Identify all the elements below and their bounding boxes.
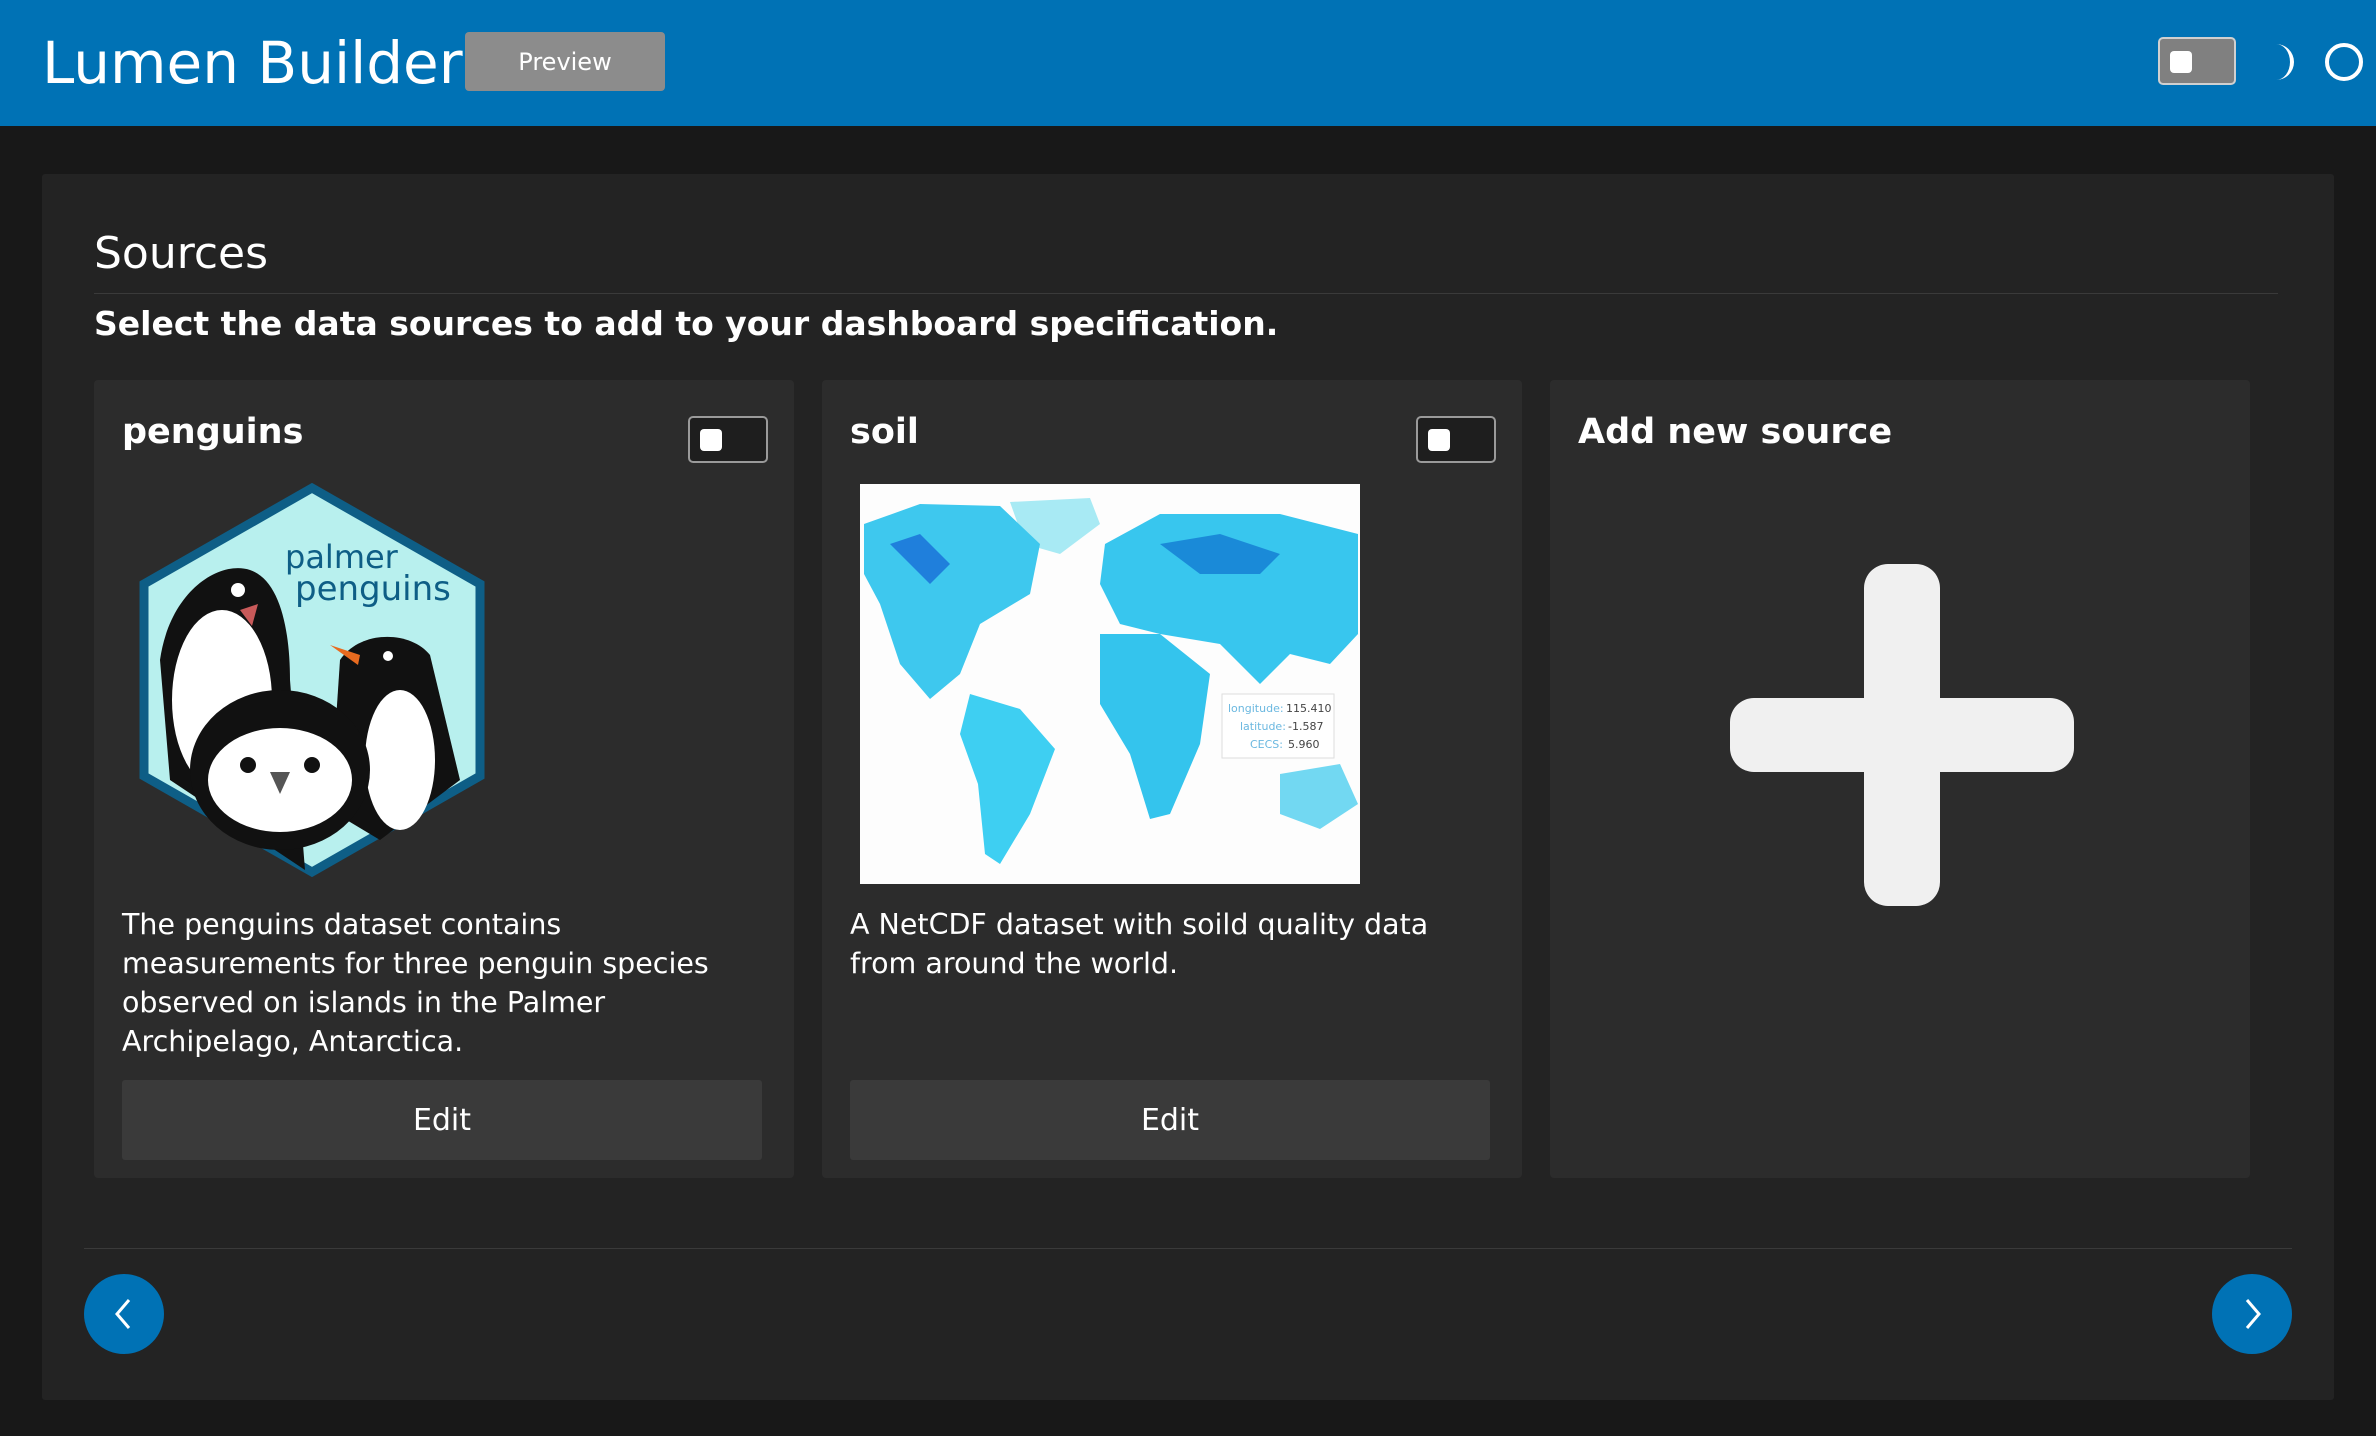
edit-button-penguins[interactable]: Edit: [122, 1080, 762, 1160]
chevron-right-icon: [2245, 1299, 2261, 1329]
app-title: Lumen Builder: [42, 29, 463, 97]
sources-panel: Sources Select the data sources to add t…: [42, 174, 2334, 1400]
app-header: Lumen Builder Preview: [0, 0, 2376, 126]
tooltip-value: 5.960: [1288, 738, 1320, 751]
card-description: The penguins dataset contains measuremen…: [122, 908, 709, 1058]
chevron-left-icon: [115, 1299, 131, 1329]
divider: [94, 293, 2278, 294]
world-map: longitude: 115.410 latitude: -1.587 CECS…: [860, 484, 1360, 884]
select-toggle-soil[interactable]: [1416, 416, 1496, 463]
source-card-soil: soil longitude: 115.410 latitude: -1.587…: [822, 380, 1522, 1178]
card-title: penguins: [122, 412, 304, 452]
source-card-penguins: penguins palmer penguins The penguins da…: [94, 380, 794, 1178]
theme-toggle[interactable]: [2158, 37, 2236, 85]
tooltip-value: -1.587: [1288, 720, 1323, 733]
toggle-knob: [2170, 51, 2192, 73]
tooltip-value: 115.410: [1286, 702, 1332, 715]
select-toggle-penguins[interactable]: [688, 416, 768, 463]
plus-icon[interactable]: [1730, 560, 2090, 920]
tooltip-label: latitude:: [1240, 720, 1286, 733]
palmer-penguins-logo: palmer penguins: [139, 482, 485, 878]
card-title: Add new source: [1578, 412, 1893, 452]
card-title: soil: [850, 412, 919, 452]
section-subtitle: Select the data sources to add to your d…: [94, 304, 1279, 343]
toggle-knob: [700, 429, 722, 451]
toggle-knob: [1428, 429, 1450, 451]
card-description: A NetCDF dataset with soild quality data…: [850, 908, 1429, 980]
tooltip-label: CECS:: [1250, 738, 1283, 751]
preview-button[interactable]: Preview: [465, 32, 665, 91]
moon-icon[interactable]: [2262, 40, 2302, 84]
soil-map-image: longitude: 115.410 latitude: -1.587 CECS…: [860, 484, 1360, 884]
logo-text: penguins: [295, 569, 451, 609]
next-button[interactable]: [2212, 1274, 2292, 1354]
tooltip-label: longitude:: [1228, 702, 1284, 715]
edit-button-soil[interactable]: Edit: [850, 1080, 1490, 1160]
divider: [84, 1248, 2292, 1249]
previous-button[interactable]: [84, 1274, 164, 1354]
busy-indicator-icon: [2325, 43, 2363, 81]
add-source-card[interactable]: Add new source: [1550, 380, 2250, 1178]
section-title: Sources: [94, 228, 269, 279]
